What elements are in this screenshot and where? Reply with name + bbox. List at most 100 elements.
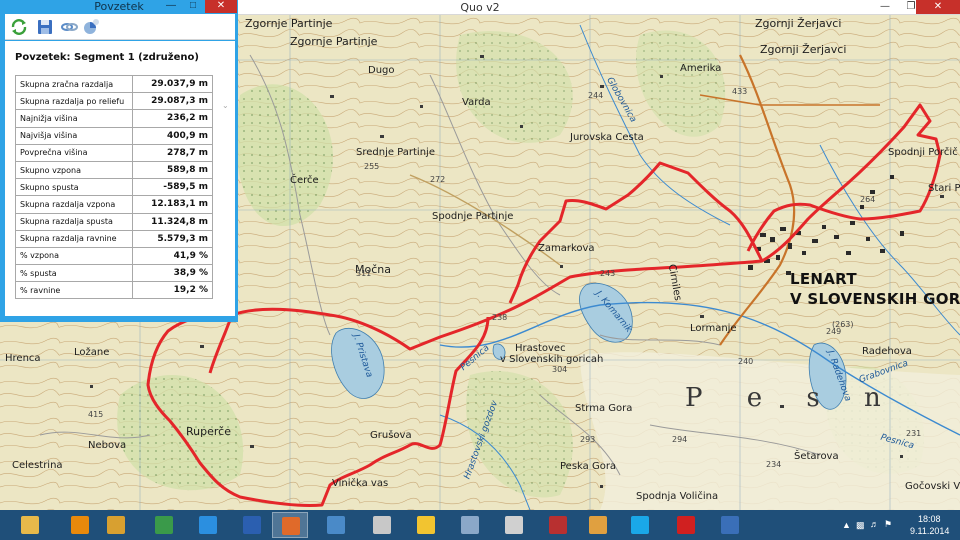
show-hidden-icons-icon[interactable]: ▲ [842,520,851,530]
summary-row-label: Povprečna višina [15,143,133,162]
summary-row-label: Najnižja višina [15,109,133,128]
taskbar-app-chrome[interactable] [146,512,182,538]
summary-row-label: % vzpona [15,246,133,266]
clock-time[interactable]: 18:08 [918,514,941,524]
word-icon [243,516,261,534]
place-label: v Slovenskih goricah [500,354,604,365]
panel-body: Povzetek: Segment 1 (združeno) Skupna zr… [5,41,235,316]
place-label: Jurovska Cesta [570,132,644,143]
place-label: Spodnje Partinje [432,211,514,222]
clock-date[interactable]: 9.11.2014 [910,526,949,536]
panel-minimize-button[interactable]: — [160,0,182,13]
taskbar-app-winamp[interactable] [98,512,134,538]
summary-row-value: 5.579,3 m [132,229,213,248]
place-label: Zamarkova [538,243,595,254]
link-icon[interactable] [59,17,79,37]
elevation-label: 249 [826,327,842,336]
panel-titlebar[interactable]: Povzetek — □ ✕ [0,0,238,13]
spider-icon [549,516,567,534]
taskbar-app-internet-explorer[interactable] [190,512,226,538]
taskbar-app-file-explorer[interactable] [12,512,48,538]
summary-row-value: 19,2 % [132,281,213,300]
taskbar-app-acrobat[interactable] [668,512,704,538]
outlook-icon [71,516,89,534]
place-label: Peska Gora [560,461,617,472]
taskbar-app-spider[interactable] [540,512,576,538]
summary-heading: Povzetek: Segment 1 (združeno) [15,52,199,63]
elevation-label: 231 [906,429,922,438]
place-label: Gočovski Vrh [905,481,960,492]
place-label: Šetarova [794,451,839,462]
place-label: Celestrina [12,460,63,471]
elevation-label: 264 [860,195,876,204]
summary-row: Najnižja višina 236,2 m [15,109,213,128]
place-label: Stari Po [928,183,960,194]
close-button[interactable]: ✕ [916,0,960,14]
elevation-label: 240 [738,357,754,366]
summary-row: Skupna razdalja spusta 11.324,8 m [15,212,213,231]
place-label: Zgornji Žerjavci [760,43,847,56]
internet-explorer-icon [199,516,217,534]
place-label: Grušova [370,430,412,441]
taskbar-app-google-earth[interactable] [712,512,748,538]
summary-row-value: 589,8 m [132,160,213,180]
summary-row-label: Skupno vzpona [15,160,133,180]
place-label: Zgornji Žerjavci [755,17,842,30]
place-label: Spodnji Porčič [888,147,958,158]
place-label: Zgornje Partinje [290,35,378,48]
paint-icon [589,516,607,534]
summary-row: Skupna razdalja ravnine 5.579,3 m [15,229,213,248]
elevation-label: 304 [552,365,568,374]
photo-icon [505,516,523,534]
place-label: Radehova [862,346,912,357]
save-icon[interactable] [35,17,55,37]
acrobat-icon [677,516,695,534]
taskbar-app-photo[interactable] [496,512,532,538]
taskbar-app-calculator[interactable] [364,512,400,538]
summary-row-label: Skupna razdalja spusta [15,212,133,231]
taskbar: ▲ ▩ ♬ ⚑ 18:08 9.11.2014 [0,510,960,540]
scroll-down-icon[interactable]: ⌄ [222,101,230,110]
minimize-button[interactable]: — [872,0,898,14]
taskbar-app-quo[interactable] [272,512,308,538]
place-label: Hrastovec [515,343,566,354]
taskbar-app-outlook[interactable] [62,512,98,538]
summary-panel: Povzetek — □ ✕ Povzetek: Segment 1 (zdru… [0,0,238,322]
network-icon[interactable]: ▩ [856,520,865,531]
taskbar-app-word[interactable] [234,512,270,538]
refresh-icon[interactable] [9,17,29,37]
taskbar-app-notes[interactable] [318,512,354,538]
elevation-label: 293 [580,435,596,444]
notes-icon [327,516,345,534]
place-label: Nebova [88,440,127,451]
summary-row-label: Skupna zračna razdalja [15,74,133,94]
town-label: LENART [790,270,857,288]
summary-row-label: Skupna razdalja po reliefu [15,92,133,111]
volume-icon[interactable]: ♬ [870,519,879,529]
panel-restore-button[interactable]: □ [182,0,204,13]
place-label: Lormanje [690,323,737,334]
elevation-label: 311 [356,269,372,278]
chart-icon[interactable] [81,17,101,37]
taskbar-app-paint[interactable] [580,512,616,538]
summary-row-value: 400,9 m [132,126,213,145]
summary-row-value: 29.037,9 m [132,74,213,94]
summary-row: % ravnine 19,2 % [15,281,213,300]
elevation-label: 294 [672,435,688,444]
town-label: V SLOVENSKIH GORICAH [790,290,960,308]
summary-row-label: Skupna razdalja ravnine [15,229,133,248]
taskbar-app-google-drive[interactable] [408,512,444,538]
summary-row: Skupno spusta -589,5 m [15,178,213,197]
elevation-label: 272 [430,175,446,184]
elevation-label: 238 [492,313,508,322]
place-label: Hrenca [5,353,41,364]
summary-row-label: Skupna razdalja vzpona [15,195,133,214]
winamp-icon [107,516,125,534]
flag-icon[interactable]: ⚑ [884,519,892,530]
skype-icon [631,516,649,534]
panel-close-button[interactable]: ✕ [205,0,237,13]
taskbar-app-image-viewer[interactable] [452,512,488,538]
summary-row-label: % ravnine [15,281,133,300]
place-label: Varda [462,97,491,108]
taskbar-app-skype[interactable] [622,512,658,538]
